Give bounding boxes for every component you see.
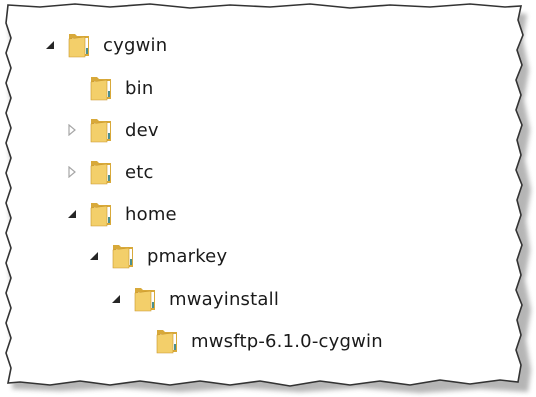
tree-item-etc[interactable]: etc bbox=[66, 157, 154, 187]
folder-icon bbox=[154, 328, 180, 354]
screenshot-canvas: cygwin bin dev etc home pmarkey mwayinst… bbox=[0, 0, 536, 397]
tree-item-label: dev bbox=[125, 119, 159, 141]
expander-placeholder bbox=[66, 81, 78, 95]
tree-item-label: bin bbox=[125, 77, 154, 99]
folder-icon bbox=[132, 286, 158, 312]
tree-item-label: pmarkey bbox=[147, 245, 228, 267]
folder-icon bbox=[88, 75, 114, 101]
folder-icon bbox=[110, 243, 136, 269]
expanded-arrow-icon[interactable] bbox=[44, 38, 56, 52]
tree-item-label: home bbox=[125, 203, 177, 225]
expanded-arrow-icon[interactable] bbox=[88, 249, 100, 263]
collapsed-arrow-icon[interactable] bbox=[66, 123, 78, 137]
folder-icon bbox=[88, 117, 114, 143]
tree-item-bin[interactable]: bin bbox=[66, 73, 153, 103]
tree-item-cygwin[interactable]: cygwin bbox=[44, 30, 167, 60]
tree-item-label: mwayinstall bbox=[169, 288, 280, 310]
tree-item-mwayinstall[interactable]: mwayinstall bbox=[110, 284, 279, 314]
tree-item-mwsftp[interactable]: mwsftp-6.1.0-cygwin bbox=[132, 326, 383, 356]
tree-item-label: mwsftp-6.1.0-cygwin bbox=[191, 330, 383, 352]
folder-tree: cygwin bin dev etc home pmarkey mwayinst… bbox=[0, 0, 536, 397]
tree-item-label: etc bbox=[125, 161, 154, 183]
expanded-arrow-icon[interactable] bbox=[110, 292, 122, 306]
folder-icon bbox=[88, 159, 114, 185]
tree-item-dev[interactable]: dev bbox=[66, 115, 159, 145]
collapsed-arrow-icon[interactable] bbox=[66, 165, 78, 179]
expander-placeholder bbox=[132, 334, 144, 348]
expanded-arrow-icon[interactable] bbox=[66, 207, 78, 221]
folder-icon bbox=[66, 32, 92, 58]
folder-icon bbox=[88, 201, 114, 227]
tree-item-label: cygwin bbox=[103, 34, 168, 56]
tree-item-pmarkey[interactable]: pmarkey bbox=[88, 241, 227, 271]
tree-item-home[interactable]: home bbox=[66, 199, 177, 229]
